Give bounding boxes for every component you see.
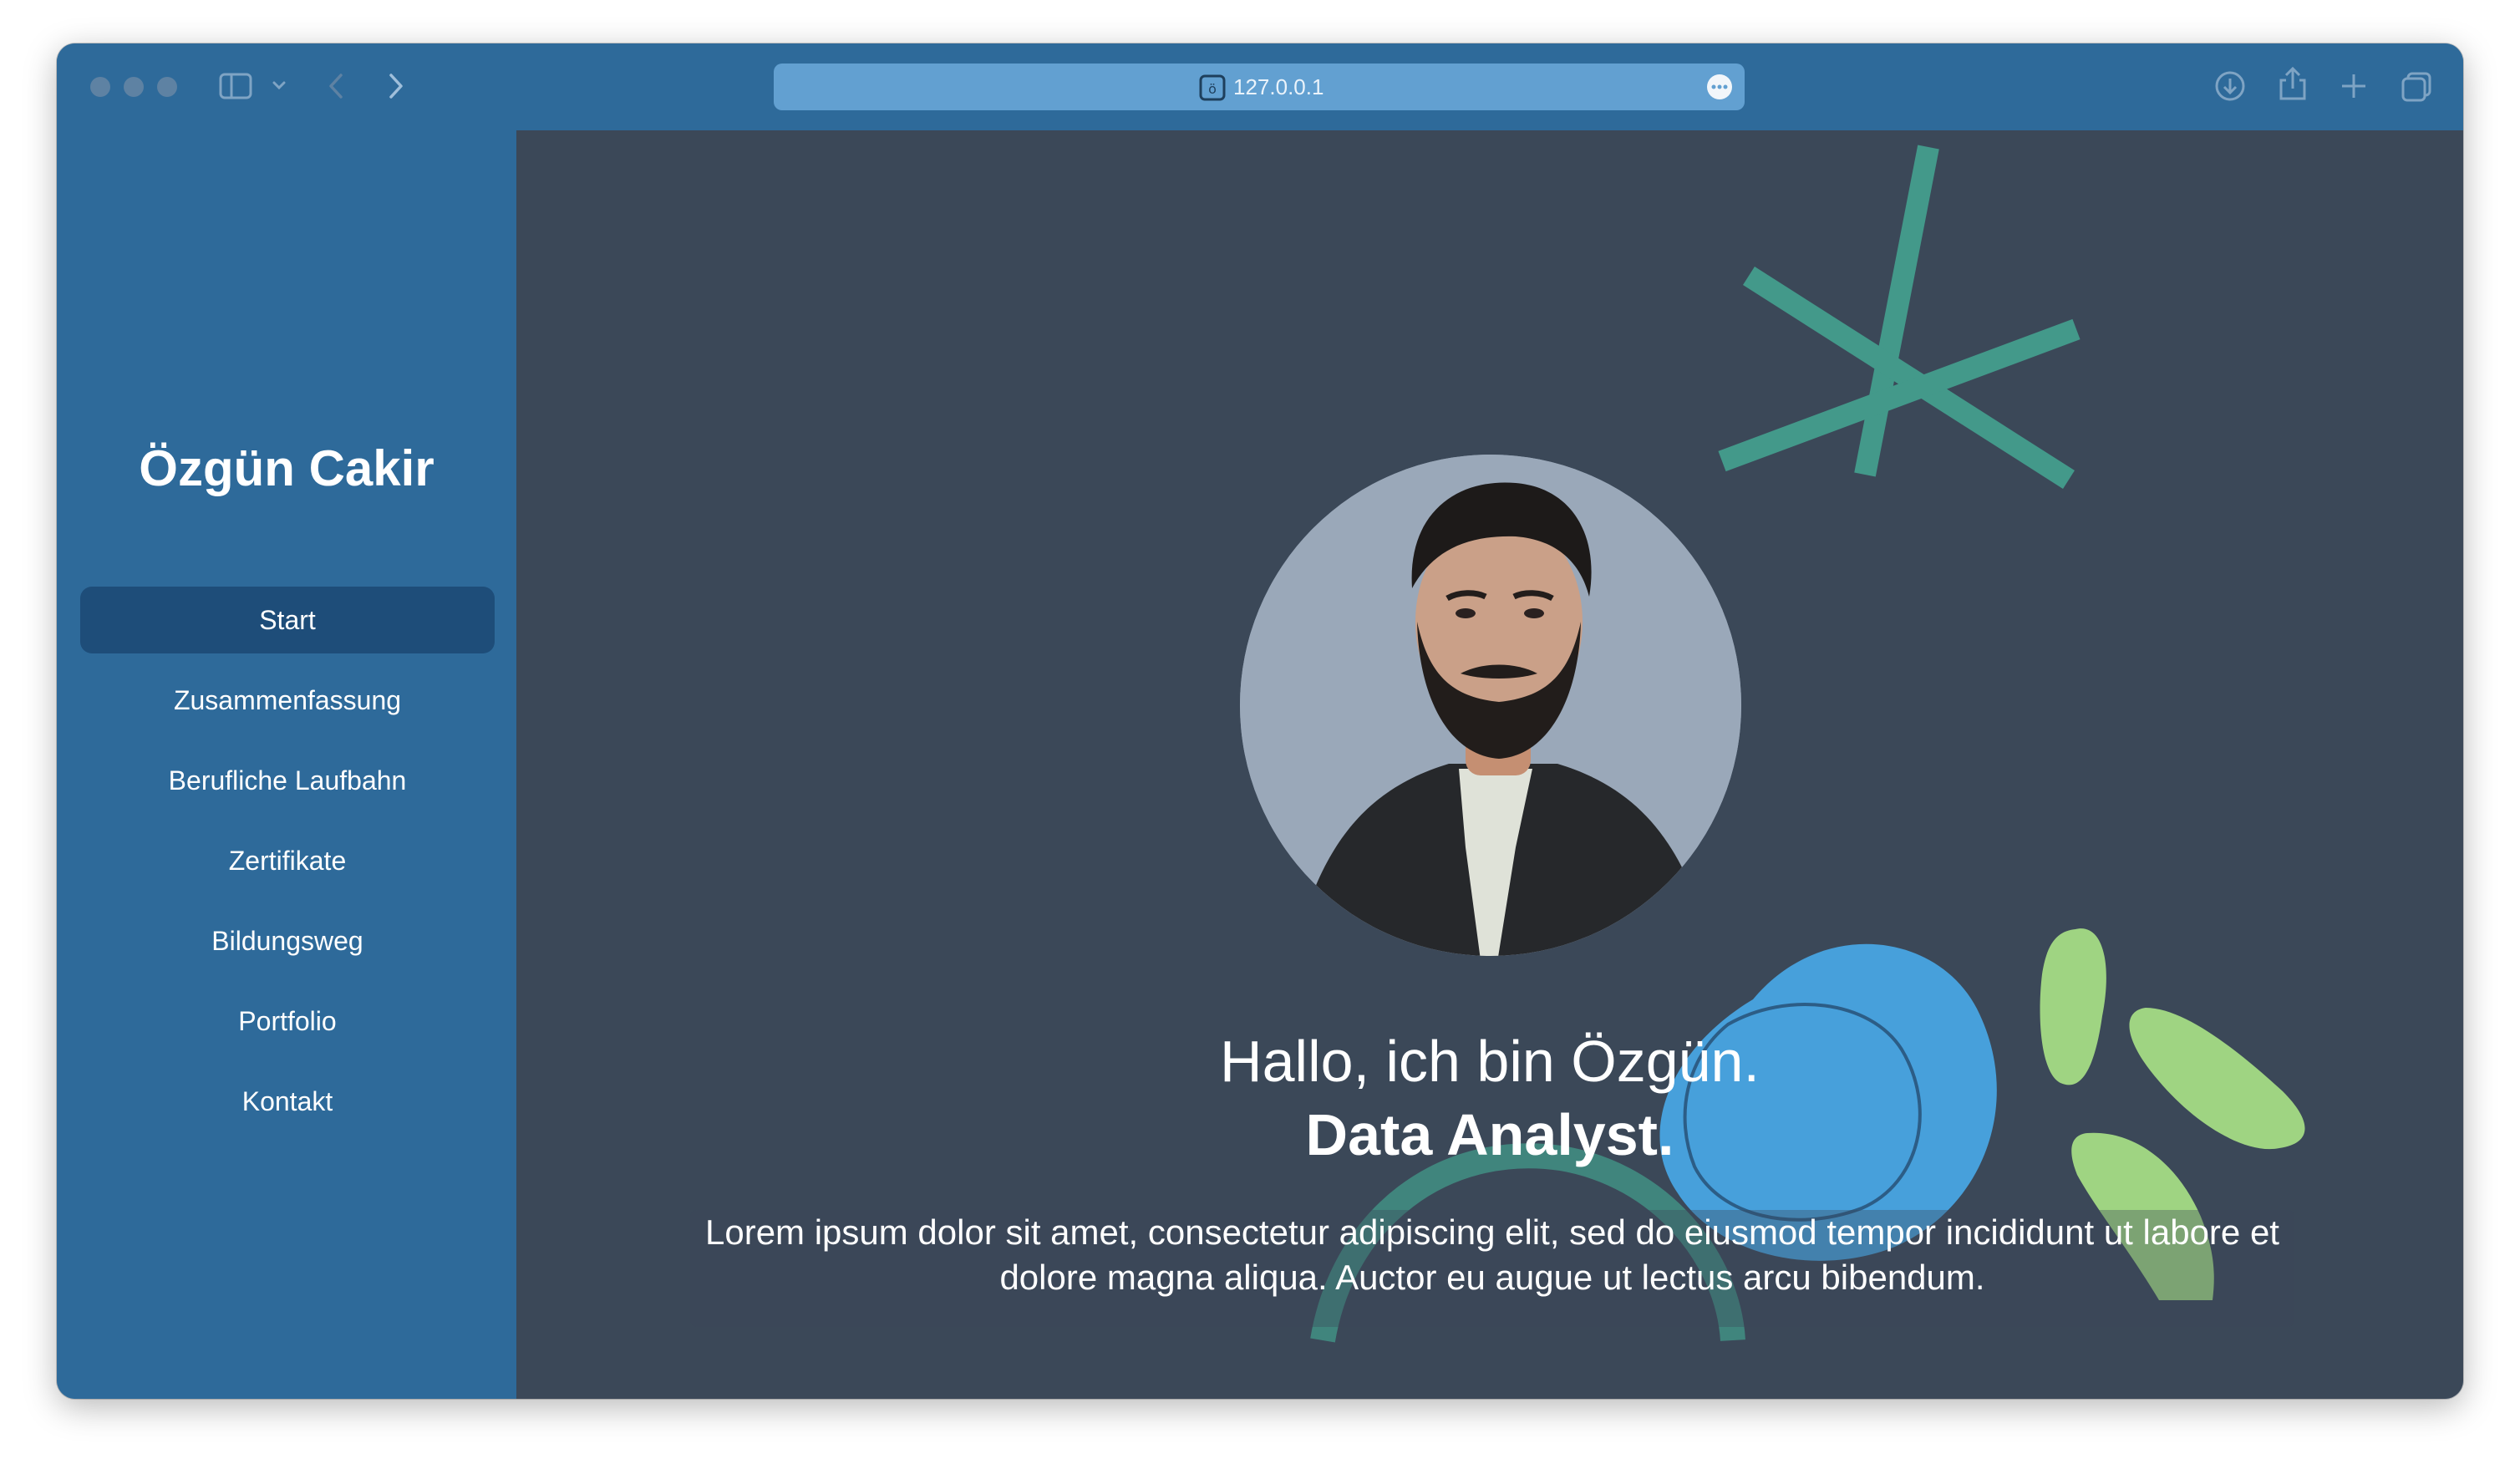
hero-heading: Hallo, ich bin Özgün. Data Analyst.	[516, 1024, 2463, 1172]
forward-arrow-icon[interactable]	[386, 72, 406, 100]
nav-item-start[interactable]: Start	[80, 587, 495, 653]
share-icon[interactable]	[2278, 65, 2308, 102]
headline-role: Data Analyst.	[1305, 1102, 1674, 1167]
intro-text: Lorem ipsum dolor sit amet, consectetur …	[705, 1212, 2279, 1297]
download-icon[interactable]	[2214, 70, 2246, 102]
url-text[interactable]: 127.0.0.1	[1233, 64, 1324, 110]
nav-item-zertifikate[interactable]: Zertifikate	[80, 827, 495, 894]
tab-overview-icon[interactable]	[2400, 70, 2433, 104]
profile-photo	[1240, 455, 1741, 956]
browser-toolbar: ö 127.0.0.1	[57, 43, 2463, 130]
address-bar[interactable]: ö 127.0.0.1	[774, 64, 1745, 110]
site-sidebar: Özgün Cakir Start Zusammenfassung Berufl…	[57, 130, 516, 1399]
nav-item-portfolio[interactable]: Portfolio	[80, 988, 495, 1055]
headline-greeting: Hallo, ich bin Özgün.	[1220, 1029, 1760, 1094]
sidebar-icon[interactable]	[219, 72, 252, 100]
nav-item-bildungsweg[interactable]: Bildungsweg	[80, 907, 495, 974]
plus-icon[interactable]	[2340, 72, 2368, 100]
main-navigation: Start Zusammenfassung Berufliche Laufbah…	[80, 587, 495, 1148]
intro-panel: Lorem ipsum dolor sit amet, consectetur …	[690, 1210, 2294, 1327]
person-portrait-icon	[1240, 455, 1741, 956]
nav-item-berufliche-laufbahn[interactable]: Berufliche Laufbahn	[80, 747, 495, 814]
nav-item-kontakt[interactable]: Kontakt	[80, 1068, 495, 1135]
site-title[interactable]: Özgün Cakir	[57, 440, 516, 497]
back-arrow-icon[interactable]	[326, 72, 346, 100]
close-window-button[interactable]	[90, 77, 110, 97]
svg-text:ö: ö	[1208, 81, 1217, 97]
zoom-window-button[interactable]	[157, 77, 177, 97]
main-content: Hallo, ich bin Özgün. Data Analyst. Lore…	[516, 130, 2463, 1399]
ellipsis-icon[interactable]	[1706, 74, 1733, 104]
chevron-down-icon[interactable]	[272, 80, 286, 90]
minimize-window-button[interactable]	[124, 77, 144, 97]
asterisk-decoration	[1718, 145, 2081, 489]
site-icon: ö	[1199, 74, 1226, 105]
nav-item-zusammenfassung[interactable]: Zusammenfassung	[80, 667, 495, 734]
browser-window: ö 127.0.0.1 Özgün Cakir Start Zusammenfa…	[57, 43, 2463, 1399]
